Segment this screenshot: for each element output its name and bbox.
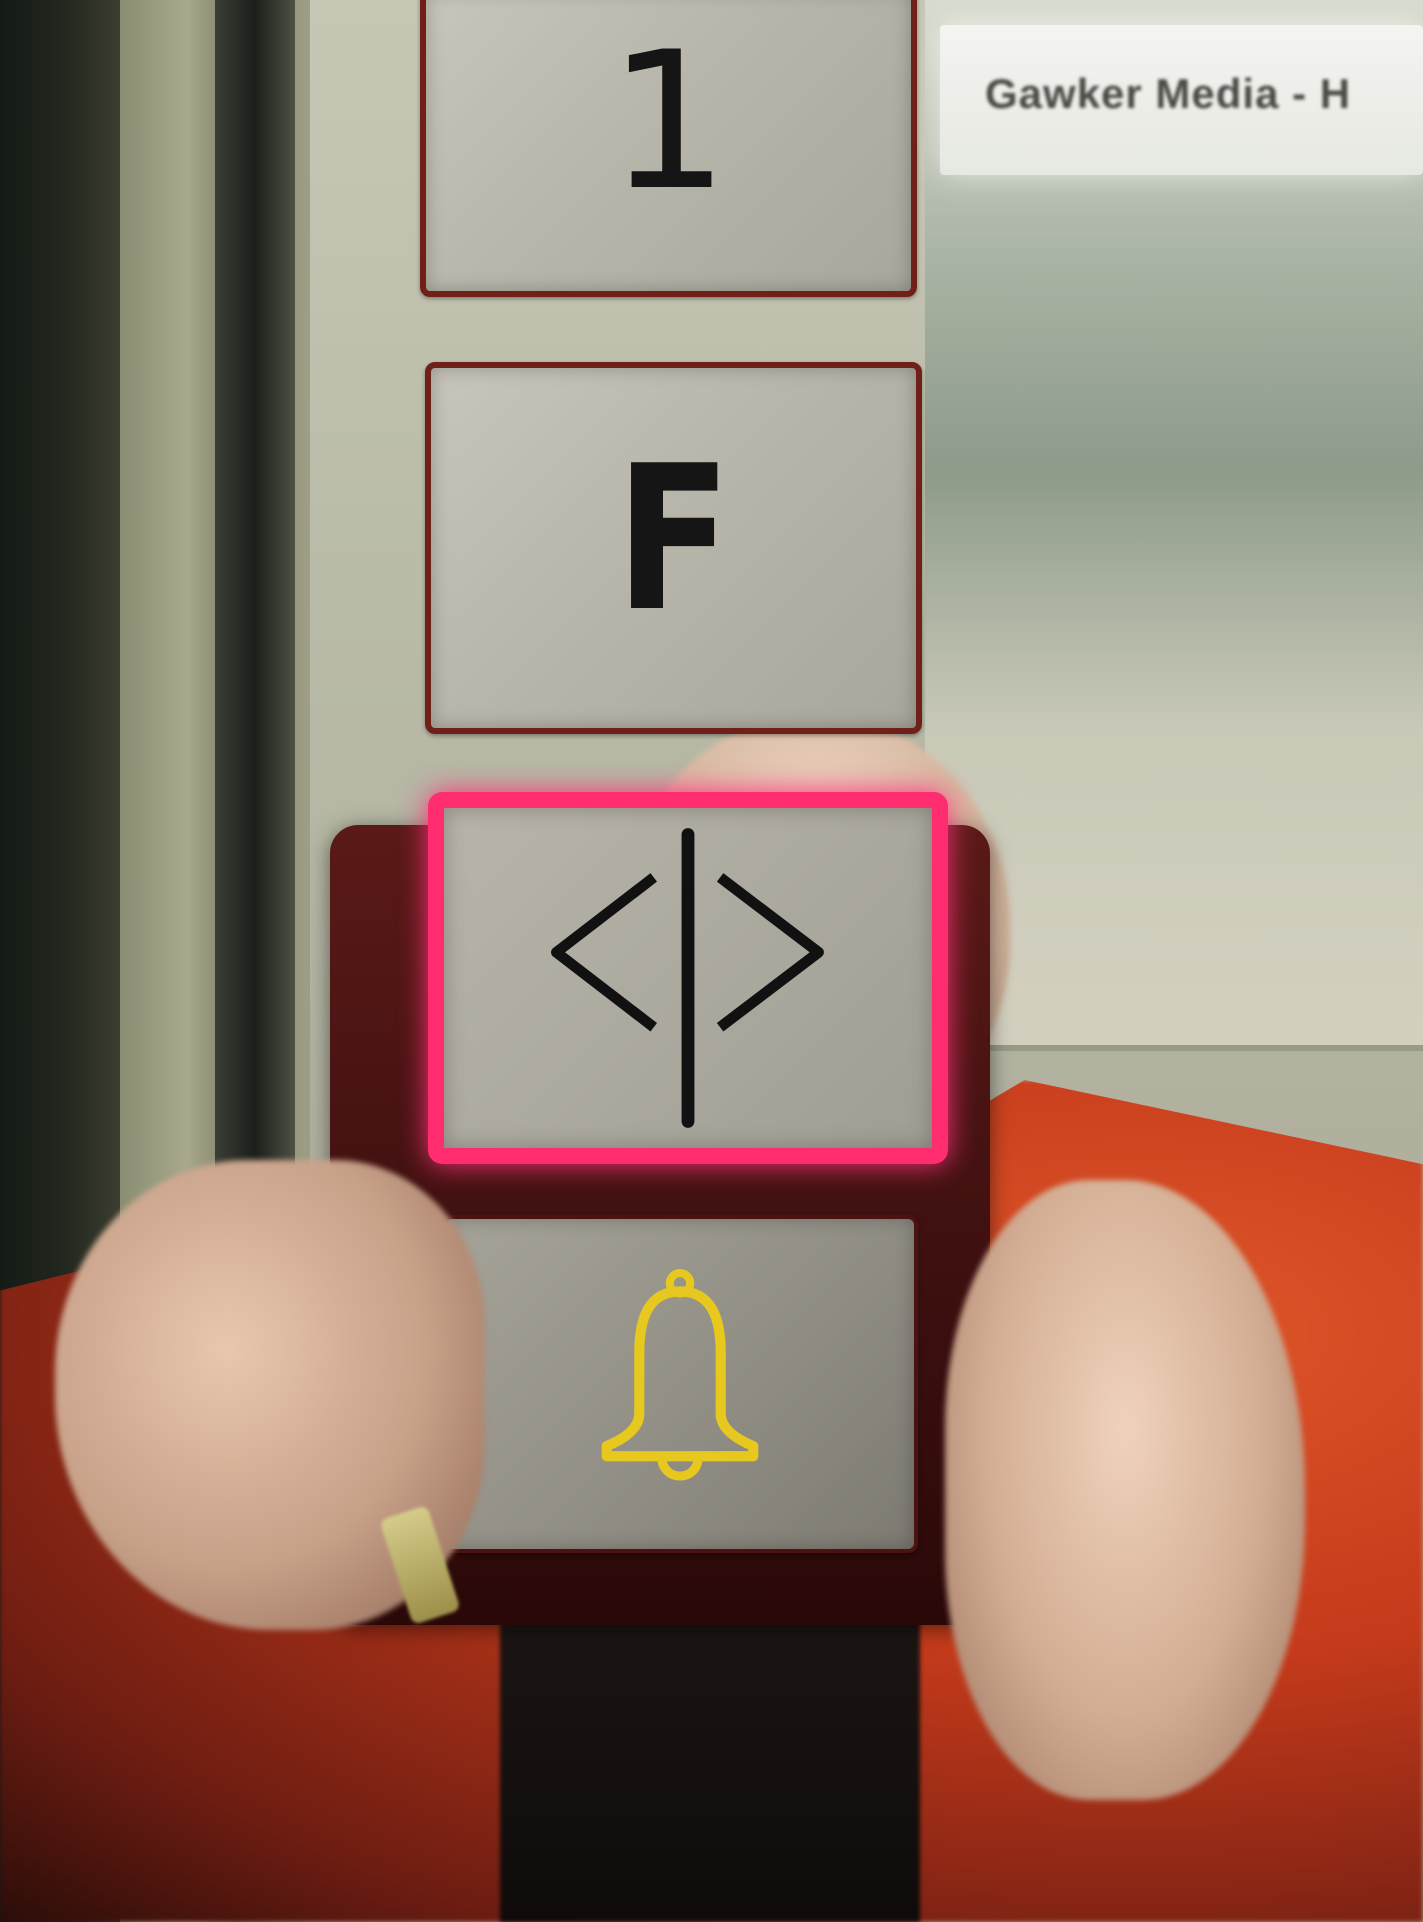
photo-scene: Gawker Media - H 1 F — [0, 0, 1423, 1922]
alarm-bell-icon — [601, 1269, 759, 1481]
floor-1-button[interactable]: 1 — [420, 0, 917, 297]
company-sign: Gawker Media - H — [940, 25, 1423, 175]
alarm-button[interactable] — [442, 1215, 918, 1553]
door-open-icon — [551, 828, 824, 1128]
floor-1-label: 1 — [608, 11, 729, 232]
floor-f-label: F — [615, 423, 732, 656]
dark-shirt — [500, 1600, 920, 1922]
floor-f-button[interactable]: F — [425, 362, 922, 734]
right-hand — [945, 1180, 1305, 1800]
rail-shadow — [215, 0, 295, 1200]
door-open-button[interactable] — [428, 792, 948, 1164]
sign-text: Gawker Media - H — [985, 70, 1352, 117]
